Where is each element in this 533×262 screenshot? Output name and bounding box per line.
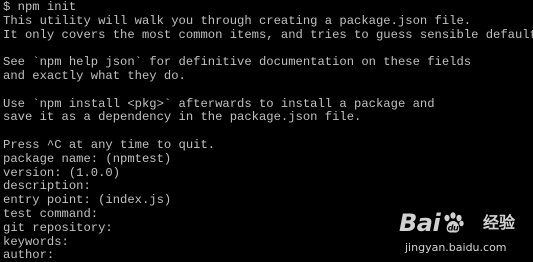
baidu-paw-icon: du: [441, 211, 465, 235]
terminal-line: package name: (npmtest): [3, 151, 172, 166]
terminal-line: entry point: (index.js): [3, 193, 172, 208]
terminal-line: Use `npm install <pkg>` afterwards to in…: [3, 96, 435, 111]
terminal-line: $ npm init: [3, 0, 77, 14]
terminal-line: This utility will walk you through creat…: [3, 13, 472, 28]
watermark-url: jingyan.baidu.com: [405, 241, 507, 254]
terminal-line: save it as a dependency in the package.j…: [3, 110, 362, 125]
terminal-line: Press ^C at any time to quit.: [3, 137, 216, 152]
terminal-line: version: (1.0.0): [3, 165, 121, 180]
terminal-line: See `npm help json` for definitive docum…: [3, 55, 472, 70]
logo-text-jingyan: 经验: [483, 213, 516, 232]
terminal-line: description:: [3, 179, 91, 194]
svg-text:du: du: [448, 224, 459, 233]
terminal-line: It only covers the most common items, an…: [3, 27, 533, 42]
logo-text-bai: Bai: [399, 209, 441, 237]
terminal-window[interactable]: $ npm init This utility will walk you thr…: [0, 0, 533, 262]
baidu-jingyan-watermark: Bai du 经验 jingyan.baidu.com: [399, 207, 527, 259]
terminal-line: and exactly what they do.: [3, 68, 186, 83]
